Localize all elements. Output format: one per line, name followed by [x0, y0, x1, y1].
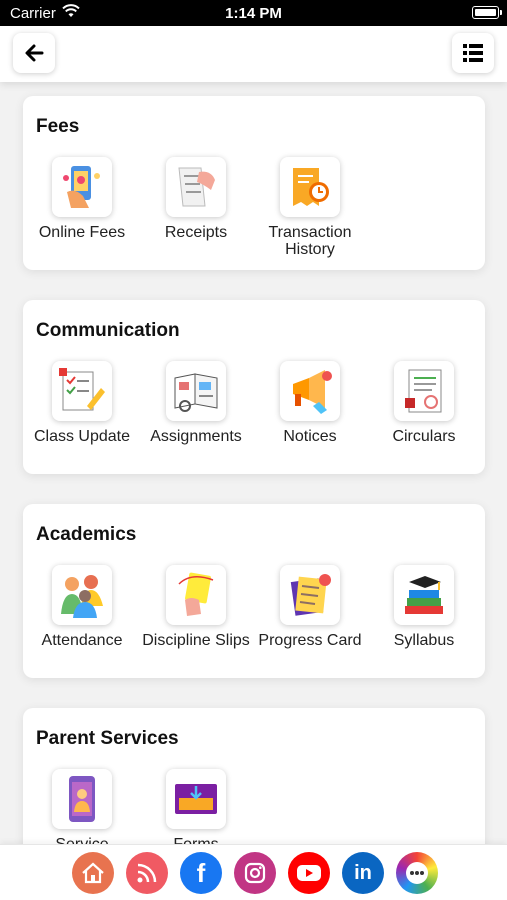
- section-academics: Academics Attendance Discipline Slips Pr…: [23, 504, 485, 678]
- tile-label: Service: [25, 836, 139, 844]
- tile-label: Forms: [139, 836, 253, 844]
- facebook-icon: f: [196, 857, 206, 888]
- more-link[interactable]: [396, 852, 438, 894]
- section-fees: Fees Online Fees Receipts Transaction Hi…: [23, 96, 485, 270]
- tile-service[interactable]: Service: [25, 769, 139, 844]
- top-navbar: [0, 26, 507, 82]
- tile-label: Online Fees: [38, 224, 126, 241]
- tile-label: Receipts: [164, 224, 228, 241]
- tile-label: Syllabus: [393, 632, 455, 649]
- forms-icon: [166, 769, 226, 829]
- youtube-link[interactable]: [288, 852, 330, 894]
- tile-syllabus[interactable]: Syllabus: [367, 565, 481, 649]
- section-parent-services: Parent Services Service Forms: [23, 708, 485, 844]
- tile-attendance[interactable]: Attendance: [25, 565, 139, 649]
- circulars-icon: [394, 361, 454, 421]
- battery-icon: [472, 6, 502, 19]
- tile-label: Circulars: [392, 428, 456, 445]
- tile-label: Attendance: [41, 632, 123, 649]
- facebook-link[interactable]: f: [180, 852, 222, 894]
- rss-icon: [137, 863, 157, 883]
- arrow-left-icon: [25, 44, 44, 62]
- tile-label: Assignments: [150, 428, 242, 445]
- tile-assignments[interactable]: Assignments: [139, 361, 253, 445]
- tile-transaction-history[interactable]: Transaction History: [253, 157, 367, 258]
- section-title: Fees: [36, 116, 80, 137]
- books-icon: [394, 565, 454, 625]
- tile-label: Notices: [283, 428, 337, 445]
- more-icon: [406, 862, 428, 884]
- status-bar: Carrier 1:14 PM: [0, 0, 507, 26]
- tile-progress-card[interactable]: Progress Card: [253, 565, 367, 649]
- social-footer: f in: [0, 844, 507, 900]
- home-icon: [82, 862, 104, 884]
- back-button[interactable]: [13, 33, 55, 73]
- section-title: Communication: [36, 320, 180, 341]
- tile-class-update[interactable]: Class Update: [25, 361, 139, 445]
- home-link[interactable]: [72, 852, 114, 894]
- instagram-icon: [244, 862, 266, 884]
- tile-online-fees[interactable]: Online Fees: [25, 157, 139, 241]
- class-update-icon: [52, 361, 112, 421]
- service-phone-icon: [52, 769, 112, 829]
- clock: 1:14 PM: [225, 5, 282, 22]
- dashboard-content[interactable]: Fees Online Fees Receipts Transaction Hi…: [0, 82, 507, 844]
- attendance-icon: [52, 565, 112, 625]
- online-fees-icon: [52, 157, 112, 217]
- megaphone-icon: [280, 361, 340, 421]
- tile-label: Transaction History: [268, 224, 352, 258]
- tile-discipline-slips[interactable]: Discipline Slips: [139, 565, 253, 649]
- progress-card-icon: [280, 565, 340, 625]
- rss-link[interactable]: [126, 852, 168, 894]
- receipts-icon: [166, 157, 226, 217]
- list-icon: [463, 44, 483, 62]
- assignments-icon: [166, 361, 226, 421]
- youtube-icon: [297, 865, 321, 881]
- section-title: Parent Services: [36, 728, 179, 749]
- tile-receipts[interactable]: Receipts: [139, 157, 253, 241]
- tile-circulars[interactable]: Circulars: [367, 361, 481, 445]
- instagram-link[interactable]: [234, 852, 276, 894]
- tile-forms[interactable]: Forms: [139, 769, 253, 844]
- yellow-card-icon: [166, 565, 226, 625]
- linkedin-link[interactable]: in: [342, 852, 384, 894]
- transaction-history-icon: [280, 157, 340, 217]
- section-title: Academics: [36, 524, 137, 545]
- tile-label: Class Update: [33, 428, 131, 445]
- tile-notices[interactable]: Notices: [253, 361, 367, 445]
- tile-label: Discipline Slips: [142, 632, 250, 649]
- menu-list-button[interactable]: [452, 33, 494, 73]
- tile-label: Progress Card: [258, 632, 362, 649]
- linkedin-icon: in: [354, 861, 372, 884]
- section-communication: Communication Class Update Assignments N…: [23, 300, 485, 474]
